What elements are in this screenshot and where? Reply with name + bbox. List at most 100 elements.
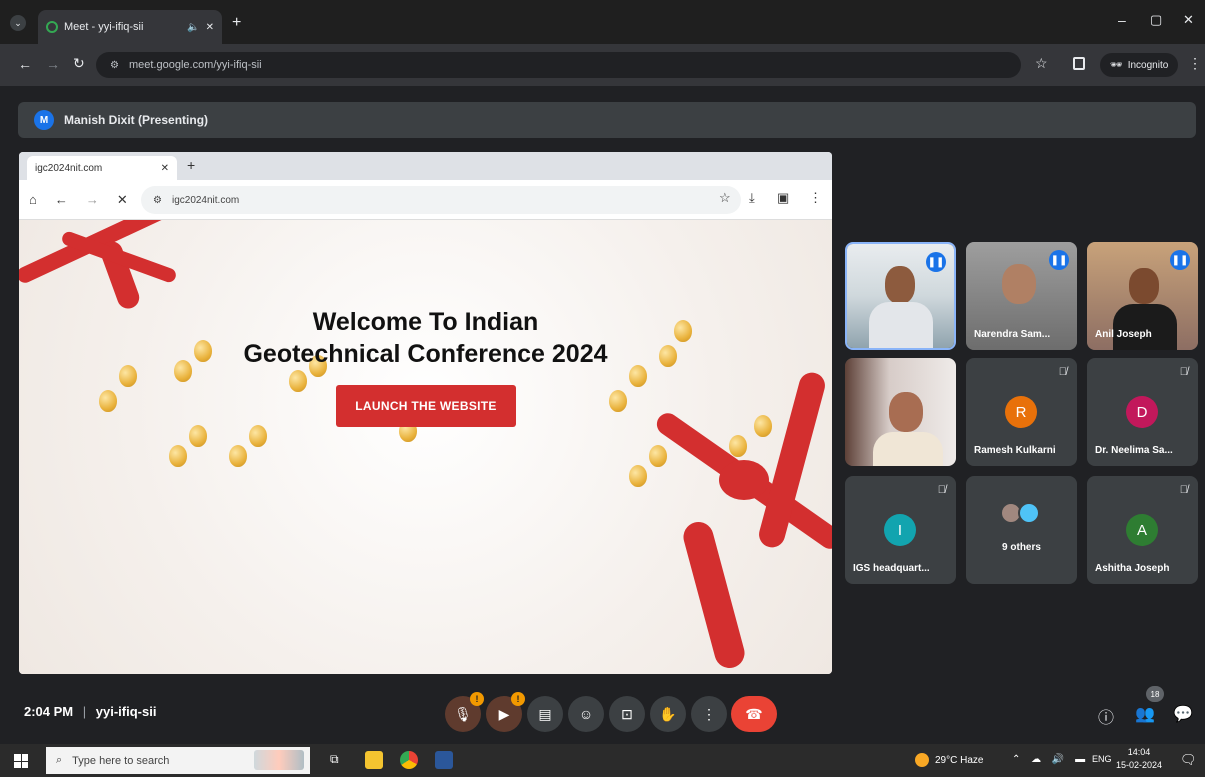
- meet-main: M Manish Dixit (Presenting) igc2024nit.c…: [0, 86, 1205, 744]
- participant-tile[interactable]: 🎙̸ A Ashitha Joseph: [1087, 476, 1198, 584]
- close-window-button[interactable]: ✕: [1183, 12, 1194, 28]
- meeting-info-icon[interactable]: ⓘ: [1098, 704, 1114, 728]
- bookmark-star-icon[interactable]: ☆: [1035, 55, 1048, 72]
- ribbon-decoration: [680, 518, 748, 672]
- notifications-icon[interactable]: 🗨: [1180, 752, 1197, 768]
- word-taskbar-icon[interactable]: [435, 751, 453, 769]
- people-icon[interactable]: 👥: [1135, 704, 1155, 724]
- participant-tile[interactable]: 🎙̸ I IGS headquart...: [845, 476, 956, 584]
- speaking-indicator-icon: ❚❚: [926, 252, 946, 272]
- participant-tile[interactable]: ❚❚ Narendra Sam...: [966, 242, 1077, 350]
- browser-tab-meet[interactable]: Meet - yyi-ifiq-sii 🔈 ✕: [38, 10, 222, 44]
- raise-hand-button[interactable]: ✋: [650, 696, 686, 732]
- participant-tile[interactable]: 🎙̸ R Ramesh Kulkarni: [966, 358, 1077, 466]
- back-icon[interactable]: ←: [18, 56, 32, 72]
- browser-toolbar: ← → ↻ ⚙ meet.google.com/yyi-ifiq-sii ☆ 🕶…: [0, 44, 1205, 86]
- people-count-badge: 18: [1146, 686, 1164, 702]
- participant-avatar: R: [1005, 396, 1037, 428]
- participant-face: [1002, 264, 1036, 304]
- meeting-details: 2:04 PM | yyi-ifiq-sii: [24, 704, 156, 719]
- task-view-icon[interactable]: ⧉: [330, 752, 339, 767]
- participant-avatar: A: [1126, 514, 1158, 546]
- shared-extension-icon: ▣: [777, 190, 790, 205]
- meeting-code: yyi-ifiq-sii: [95, 704, 157, 719]
- minimize-button[interactable]: –: [1118, 12, 1126, 28]
- participant-body: [873, 432, 943, 466]
- camera-toggle-button[interactable]: ▶!: [486, 692, 525, 732]
- forward-icon[interactable]: →: [46, 56, 60, 72]
- participant-face: [885, 266, 915, 304]
- participant-tile[interactable]: ❚❚ Anil Joseph: [1087, 242, 1198, 350]
- balloon-decoration: [754, 415, 772, 437]
- windows-start-icon[interactable]: [14, 754, 28, 768]
- muted-mic-icon: 🎙̸: [1179, 484, 1188, 496]
- more-options-button[interactable]: ⋮: [691, 696, 727, 732]
- tab-close-icon[interactable]: ✕: [206, 22, 214, 33]
- language-indicator[interactable]: ENG: [1092, 754, 1112, 764]
- presenter-label: Manish Dixit (Presenting): [64, 113, 209, 127]
- shared-address-bar: ⚙ igc2024nit.com: [141, 186, 741, 214]
- participant-name: Ashitha Joseph: [1095, 563, 1170, 574]
- system-tray-icons[interactable]: ⌃ ☁ 🔊 ▬: [1012, 754, 1089, 765]
- shared-site-info-icon: ⚙: [153, 194, 162, 206]
- participant-tile[interactable]: [845, 358, 956, 466]
- browser-menu-icon[interactable]: ⋮: [1188, 55, 1202, 72]
- shared-new-tab-icon: +: [187, 157, 196, 173]
- chrome-taskbar-icon[interactable]: [400, 751, 418, 769]
- others-tile[interactable]: 9 others: [966, 476, 1077, 584]
- balloon-decoration: [229, 445, 247, 467]
- balloon-decoration: [99, 390, 117, 412]
- participant-avatar: I: [884, 514, 916, 546]
- participant-body: [1113, 304, 1177, 350]
- participant-name: Ramesh Kulkarni: [974, 445, 1056, 456]
- participant-body: [869, 302, 933, 348]
- shared-tab-title: igc2024nit.com: [35, 162, 103, 174]
- tab-search-icon[interactable]: ⌄: [10, 15, 26, 31]
- new-tab-button[interactable]: +: [232, 14, 241, 32]
- presenter-avatar: M: [34, 110, 54, 130]
- participant-face: [1129, 268, 1159, 304]
- warning-badge-icon: !: [511, 692, 525, 706]
- tab-audio-icon[interactable]: 🔈: [187, 22, 199, 33]
- taskbar-search-box[interactable]: ⌕ Type here to search: [46, 747, 310, 774]
- incognito-badge[interactable]: 🕶 Incognito: [1100, 53, 1179, 77]
- search-placeholder: Type here to search: [72, 754, 170, 767]
- taskbar-clock[interactable]: 14:04 15-02-2024: [1116, 746, 1162, 772]
- shared-url-text: igc2024nit.com: [171, 194, 240, 206]
- weather-widget[interactable]: 29°C Haze: [915, 753, 983, 767]
- meeting-time: 2:04 PM: [24, 704, 74, 719]
- emoji-reaction-button[interactable]: ☺: [568, 696, 604, 732]
- maximize-button[interactable]: ▢: [1150, 12, 1162, 28]
- incognito-label: Incognito: [1127, 59, 1169, 71]
- participant-tile[interactable]: ❚❚: [845, 242, 956, 350]
- reload-icon[interactable]: ↻: [73, 55, 85, 72]
- mic-toggle-button[interactable]: 🎙!: [445, 692, 484, 732]
- meeting-separator: |: [82, 704, 87, 719]
- present-screen-button[interactable]: ⊡: [609, 696, 645, 732]
- address-bar[interactable]: ⚙ meet.google.com/yyi-ifiq-sii: [96, 52, 1021, 78]
- balloon-decoration: [249, 425, 267, 447]
- file-explorer-icon[interactable]: [365, 751, 383, 769]
- shared-tab-close-icon: ✕: [160, 162, 169, 174]
- side-panel-icon[interactable]: [1073, 57, 1085, 70]
- speaking-indicator-icon: ❚❚: [1049, 250, 1069, 270]
- balloon-decoration: [729, 435, 747, 457]
- balloon-decoration: [609, 390, 627, 412]
- browser-titlebar: ⌄ Meet - yyi-ifiq-sii 🔈 ✕ + – ▢ ✕: [0, 0, 1205, 44]
- shared-star-icon: ☆: [719, 190, 731, 205]
- shared-screen: igc2024nit.com ✕ + ⌂ ← → ✕ ⚙ igc2024nit.…: [19, 152, 832, 674]
- welcome-line-2: Geotechnical Conference 2024: [243, 340, 608, 368]
- participant-tile[interactable]: 🎙̸ D Dr. Neelima Sa...: [1087, 358, 1198, 466]
- captions-button[interactable]: ▤: [527, 696, 563, 732]
- shared-browser-tab: igc2024nit.com ✕: [27, 156, 177, 180]
- others-avatar: [1018, 502, 1040, 524]
- shared-download-icon: ⤓: [749, 190, 755, 205]
- chat-icon[interactable]: 💬: [1173, 704, 1193, 724]
- shared-menu-icon: ⋮: [809, 190, 822, 205]
- search-icon: ⌕: [56, 754, 63, 766]
- participant-name: Narendra Sam...: [974, 329, 1051, 340]
- shared-tabbar: igc2024nit.com ✕ +: [19, 152, 832, 180]
- site-info-icon[interactable]: ⚙: [110, 60, 119, 71]
- end-call-button[interactable]: ☎: [731, 696, 777, 732]
- shared-forward-icon: →: [85, 192, 99, 207]
